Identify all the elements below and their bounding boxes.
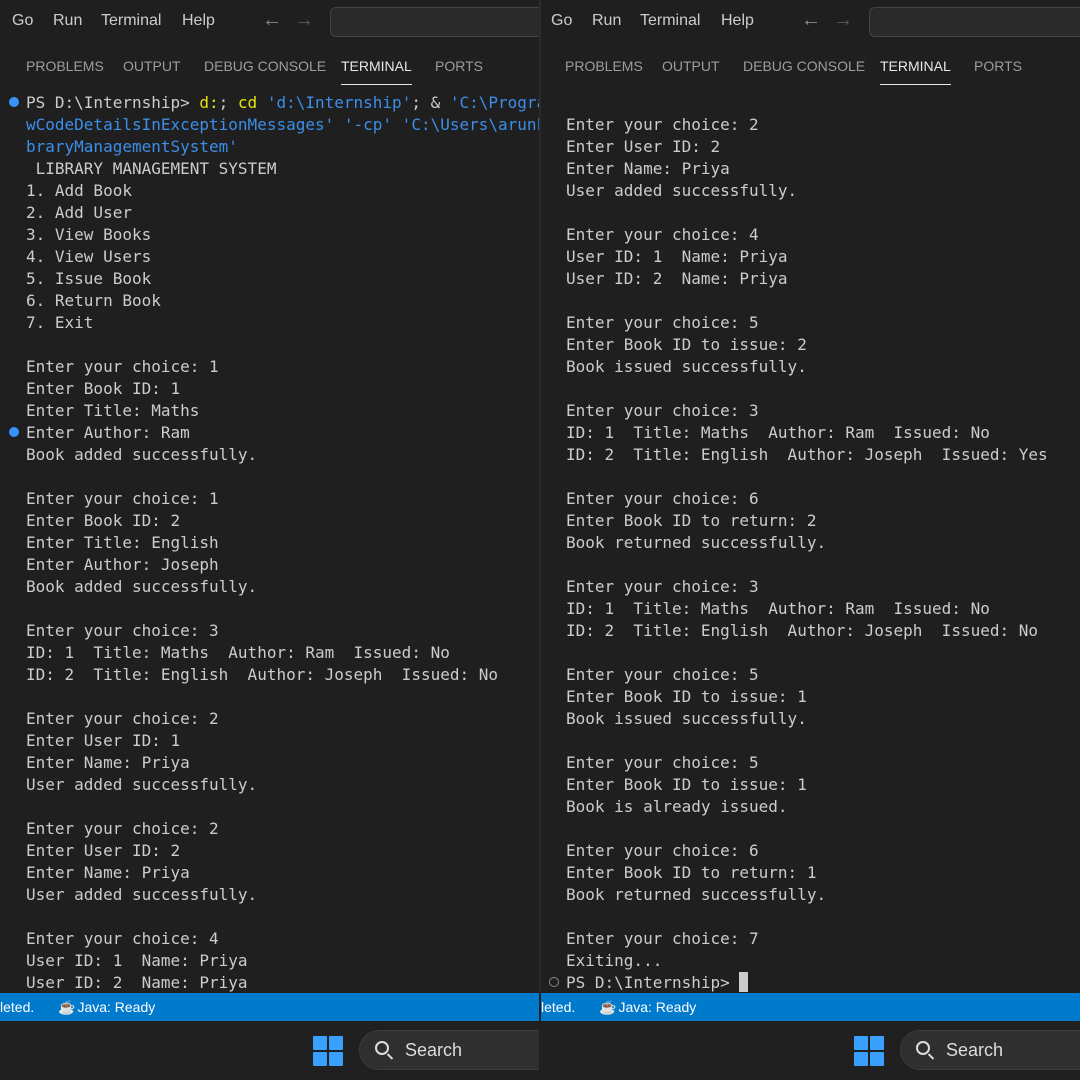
tab-problems[interactable]: PROBLEMS: [26, 58, 104, 74]
taskbar-search[interactable]: Search: [359, 1030, 539, 1070]
search-label: Search: [946, 1040, 1004, 1060]
java-status[interactable]: ☕ Java: Ready: [58, 999, 155, 1016]
coffee-cup-icon: ☕: [58, 999, 76, 1015]
panel-tabs: PROBLEMS OUTPUT DEBUG CONSOLE TERMINAL P…: [541, 44, 1080, 88]
menu-go[interactable]: Go: [551, 12, 572, 30]
terminal-output[interactable]: PS D:\Internship> d:; cd 'd:\Internship'…: [26, 92, 539, 994]
terminal-prompt: PS D:\Internship>: [566, 973, 740, 992]
status-bar: leted. ☕ Java: Ready: [0, 993, 539, 1021]
terminal-output[interactable]: Enter your choice: 2 Enter User ID: 2 En…: [566, 114, 1048, 994]
tab-ports[interactable]: PORTS: [974, 58, 1022, 74]
left-vscode-window: Go Run Terminal Help ← → PROBLEMS OUTPUT…: [0, 0, 539, 1080]
menu-terminal[interactable]: Terminal: [640, 12, 700, 30]
command-argument: 'd:\Internship': [266, 93, 412, 112]
back-arrow-icon[interactable]: ←: [262, 9, 282, 32]
search-icon: [916, 1041, 930, 1055]
java-status[interactable]: ☕ Java: Ready: [599, 999, 696, 1016]
back-arrow-icon[interactable]: ←: [801, 9, 821, 32]
status-text: leted.: [541, 999, 576, 1015]
command-decoration-icon[interactable]: [9, 427, 19, 437]
menu-run[interactable]: Run: [592, 12, 621, 30]
status-text: leted.: [0, 999, 35, 1015]
command-continuation: wCodeDetailsInExceptionMessages' '-cp' '…: [26, 115, 539, 134]
status-bar: leted. ☕ Java: Ready: [541, 993, 1080, 1021]
menu-help[interactable]: Help: [182, 12, 215, 30]
tab-terminal[interactable]: TERMINAL: [341, 58, 412, 85]
tab-ports[interactable]: PORTS: [435, 58, 483, 74]
panel-tabs: PROBLEMS OUTPUT DEBUG CONSOLE TERMINAL P…: [0, 44, 539, 88]
windows-start-icon[interactable]: [854, 1036, 884, 1066]
tab-debug-console[interactable]: DEBUG CONSOLE: [743, 58, 865, 74]
windows-start-icon[interactable]: [313, 1036, 343, 1066]
command-separator: ; &: [411, 93, 450, 112]
menu-terminal[interactable]: Terminal: [101, 12, 161, 30]
command-argument: 'C:\Program: [449, 93, 539, 112]
coffee-cup-icon: ☕: [599, 999, 617, 1015]
menu-help[interactable]: Help: [721, 12, 754, 30]
windows-taskbar: Search: [0, 1021, 539, 1080]
java-status-label: Java: Ready: [77, 999, 156, 1015]
terminal-cursor: [739, 972, 749, 992]
terminal-prompt: PS D:\Internship>: [26, 93, 200, 112]
command-token: cd: [237, 93, 258, 112]
taskbar-search[interactable]: Search: [900, 1030, 1080, 1070]
menu-go[interactable]: Go: [12, 12, 33, 30]
command-center-search[interactable]: [330, 7, 539, 37]
menu-bar: Go Run Terminal Help ← →: [541, 0, 1080, 44]
forward-arrow-icon[interactable]: →: [294, 9, 314, 32]
command-continuation: braryManagementSystem': [26, 137, 238, 156]
java-status-label: Java: Ready: [618, 999, 697, 1015]
search-label: Search: [405, 1040, 463, 1060]
command-decoration-icon[interactable]: [549, 977, 559, 987]
windows-taskbar: Search: [541, 1021, 1080, 1080]
tab-debug-console[interactable]: DEBUG CONSOLE: [204, 58, 326, 74]
menu-run[interactable]: Run: [53, 12, 82, 30]
menu-bar: Go Run Terminal Help ← →: [0, 0, 539, 44]
right-vscode-window: Go Run Terminal Help ← → PROBLEMS OUTPUT…: [541, 0, 1080, 1080]
command-decoration-icon[interactable]: [9, 97, 19, 107]
program-output: LIBRARY MANAGEMENT SYSTEM 1. Add Book 2.…: [26, 159, 499, 992]
tab-problems[interactable]: PROBLEMS: [565, 58, 643, 74]
search-icon: [375, 1041, 389, 1055]
forward-arrow-icon[interactable]: →: [833, 9, 853, 32]
command-token: d:: [199, 93, 219, 112]
tab-terminal[interactable]: TERMINAL: [880, 58, 951, 85]
tab-output[interactable]: OUTPUT: [662, 58, 720, 74]
program-output: Enter your choice: 2 Enter User ID: 2 En…: [566, 115, 1048, 970]
command-separator: ;: [218, 93, 238, 112]
command-center-search[interactable]: [869, 7, 1080, 37]
tab-output[interactable]: OUTPUT: [123, 58, 181, 74]
